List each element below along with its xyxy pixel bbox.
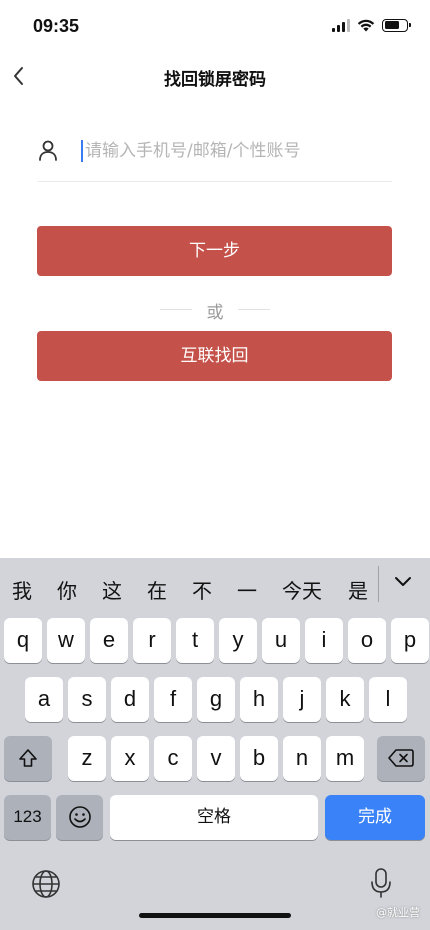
key-letter[interactable]: z	[68, 736, 106, 781]
keyboard-bottom-bar: @就业营	[0, 860, 430, 930]
or-divider: 或	[160, 298, 270, 323]
microphone-icon[interactable]	[370, 867, 392, 899]
candidate-word[interactable]: 今天	[282, 575, 322, 604]
key-letter[interactable]: g	[197, 677, 235, 722]
candidate-word[interactable]: 这	[102, 575, 122, 604]
key-letter[interactable]: w	[47, 618, 85, 663]
key-letter[interactable]: u	[262, 618, 300, 663]
key-letter[interactable]: q	[4, 618, 42, 663]
delete-key[interactable]	[377, 736, 425, 781]
key-letter[interactable]: p	[391, 618, 429, 663]
status-icons	[332, 18, 411, 32]
globe-icon[interactable]	[31, 869, 61, 899]
chevron-down-icon[interactable]	[392, 574, 414, 590]
backspace-icon	[388, 749, 414, 767]
done-key[interactable]: 完成	[325, 795, 425, 840]
divider-line	[238, 309, 270, 310]
cellular-signal-icon	[332, 18, 350, 32]
key-letter[interactable]: s	[68, 677, 106, 722]
nav-bar: 找回锁屏密码	[0, 52, 430, 100]
candidate-divider	[378, 566, 379, 602]
key-letter[interactable]: r	[133, 618, 171, 663]
numbers-key[interactable]: 123	[4, 795, 51, 840]
candidate-word[interactable]: 在	[147, 575, 167, 604]
status-time: 09:35	[33, 16, 80, 36]
battery-icon	[382, 18, 411, 32]
emoji-icon	[68, 806, 91, 828]
text-caret	[81, 140, 83, 162]
key-letter[interactable]: v	[197, 736, 235, 781]
key-letter[interactable]: n	[283, 736, 321, 781]
next-step-button[interactable]: 下一步	[37, 226, 392, 276]
key-letter[interactable]: b	[240, 736, 278, 781]
user-icon	[39, 140, 57, 161]
account-input[interactable]	[85, 136, 385, 166]
shift-key[interactable]	[4, 736, 52, 781]
key-letter[interactable]: l	[369, 677, 407, 722]
key-letter[interactable]: k	[326, 677, 364, 722]
key-letter[interactable]: t	[176, 618, 214, 663]
key-letter[interactable]: e	[90, 618, 128, 663]
candidate-word[interactable]: 一	[237, 575, 257, 604]
wifi-icon	[357, 19, 375, 32]
space-key[interactable]: 空格	[110, 795, 318, 840]
watermark: @就业营	[376, 906, 420, 919]
candidate-bar: 我 你 这 在 不 一 今天 是	[0, 558, 430, 614]
candidate-word[interactable]: 不	[192, 575, 212, 604]
page-title: 找回锁屏密码	[164, 70, 266, 90]
key-letter[interactable]: a	[25, 677, 63, 722]
key-letter[interactable]: f	[154, 677, 192, 722]
key-letter[interactable]: m	[326, 736, 364, 781]
emoji-key[interactable]	[56, 795, 103, 840]
candidate-word[interactable]: 我	[12, 575, 32, 604]
shift-icon	[19, 749, 37, 767]
key-letter[interactable]: i	[305, 618, 343, 663]
key-letter[interactable]: x	[111, 736, 149, 781]
or-label: 或	[206, 303, 224, 323]
key-letter[interactable]: c	[154, 736, 192, 781]
status-bar: 09:35	[0, 0, 430, 52]
home-indicator[interactable]	[139, 913, 291, 918]
candidate-word[interactable]: 是	[348, 575, 368, 604]
candidate-word[interactable]: 你	[57, 575, 77, 604]
key-letter[interactable]: d	[111, 677, 149, 722]
key-letter[interactable]: o	[348, 618, 386, 663]
key-letter[interactable]: y	[219, 618, 257, 663]
key-letter[interactable]: j	[283, 677, 321, 722]
key-letter[interactable]: h	[240, 677, 278, 722]
mutual-recover-button[interactable]: 互联找回	[37, 331, 392, 381]
account-input-row	[37, 128, 392, 182]
